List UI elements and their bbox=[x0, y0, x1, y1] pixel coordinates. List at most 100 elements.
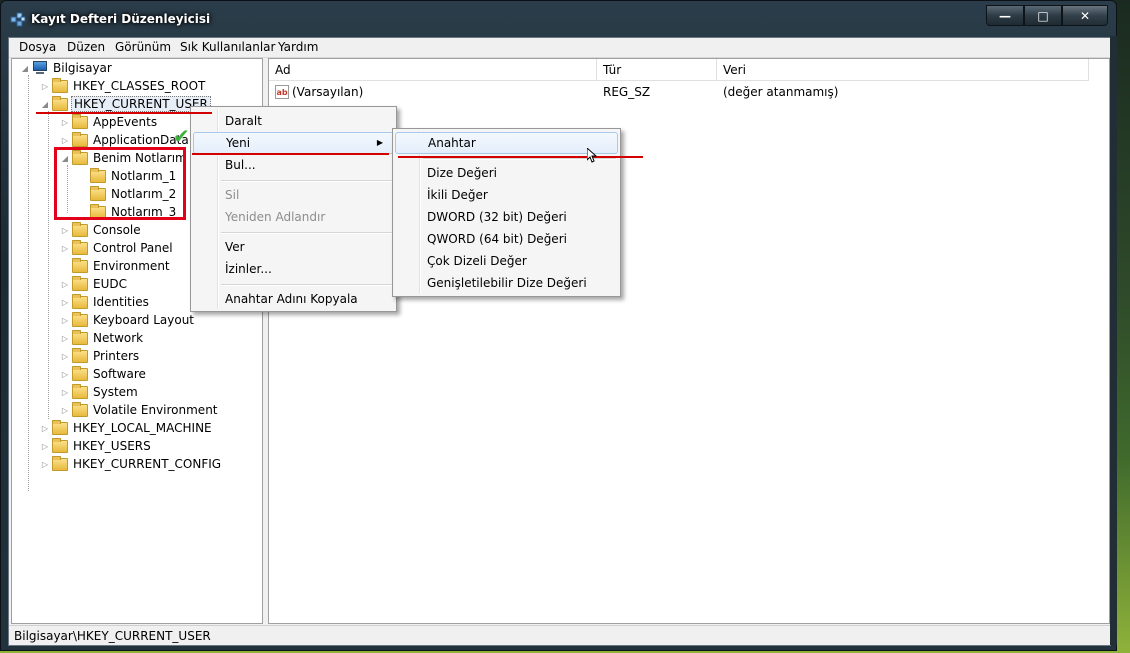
menu-view[interactable]: Görünüm bbox=[115, 40, 171, 54]
tree-node-hkcu[interactable]: ◢ HKEY_CURRENT_USER bbox=[40, 95, 211, 113]
tree-node-system[interactable]: ▷ System bbox=[60, 383, 140, 401]
ctx-copy-key-name[interactable]: Anahtar Adını Kopyala bbox=[193, 288, 394, 310]
submenu-dword-value[interactable]: DWORD (32 bit) Değeri bbox=[395, 206, 618, 228]
ctx-collapse[interactable]: Daralt bbox=[193, 110, 394, 132]
tree-node-label: Software bbox=[93, 367, 146, 381]
tree-node-label: Identities bbox=[93, 295, 149, 309]
annotation-underline bbox=[36, 112, 212, 114]
maximize-button[interactable]: □ bbox=[1024, 5, 1062, 26]
expand-icon[interactable]: ▷ bbox=[60, 406, 70, 415]
folder-icon bbox=[52, 77, 68, 93]
submenu-string-value[interactable]: Dize Değeri bbox=[395, 162, 618, 184]
submenu-key[interactable]: Anahtar bbox=[395, 132, 618, 154]
tree-node-label: HKEY_CLASSES_ROOT bbox=[73, 79, 206, 93]
menu-separator bbox=[221, 180, 392, 182]
annotation-underline bbox=[398, 156, 643, 158]
computer-icon bbox=[32, 61, 48, 75]
tree-node-label: HKEY_LOCAL_MACHINE bbox=[73, 421, 212, 435]
folder-icon bbox=[52, 419, 68, 435]
tree-node-control-panel[interactable]: ▷ Control Panel bbox=[60, 239, 175, 257]
submenu-binary-value[interactable]: İkili Değer bbox=[395, 184, 618, 206]
tree-node-eudc[interactable]: ▷ EUDC bbox=[60, 275, 129, 293]
expand-icon[interactable]: ▷ bbox=[60, 388, 70, 397]
tree-node-label: HKEY_CURRENT_CONFIG bbox=[73, 457, 222, 471]
close-button[interactable]: ✕ bbox=[1062, 5, 1108, 26]
tree-node-identities[interactable]: ▷ Identities bbox=[60, 293, 151, 311]
tree-node-label: EUDC bbox=[93, 277, 127, 291]
ctx-find[interactable]: Bul... bbox=[193, 154, 394, 176]
expand-icon[interactable]: ▷ bbox=[60, 136, 70, 145]
folder-icon bbox=[72, 257, 88, 273]
tree-node-software[interactable]: ▷ Software bbox=[60, 365, 148, 383]
mouse-cursor-icon bbox=[587, 148, 597, 163]
checkmark-icon: ✔ bbox=[173, 124, 190, 148]
expand-icon[interactable]: ▷ bbox=[40, 424, 50, 433]
folder-icon bbox=[72, 239, 88, 255]
folder-icon bbox=[52, 455, 68, 471]
expand-icon[interactable]: ▷ bbox=[60, 226, 70, 235]
tree-node-label: Environment bbox=[93, 259, 170, 273]
tree-node-environment[interactable]: Environment bbox=[60, 257, 172, 275]
tree-guide bbox=[48, 111, 49, 419]
folder-icon bbox=[72, 347, 88, 363]
folder-icon bbox=[72, 383, 88, 399]
value-type: REG_SZ bbox=[603, 85, 651, 99]
collapse-icon[interactable]: ◢ bbox=[20, 64, 30, 73]
tree-node-printers[interactable]: ▷ Printers bbox=[60, 347, 141, 365]
collapse-icon[interactable]: ◢ bbox=[40, 100, 50, 109]
submenu-arrow-icon: ▶ bbox=[376, 138, 383, 147]
folder-icon bbox=[52, 437, 68, 453]
tree-node-hkcc[interactable]: ▷ HKEY_CURRENT_CONFIG bbox=[40, 455, 223, 473]
ctx-permissions[interactable]: İzinler... bbox=[193, 258, 394, 280]
menu-file[interactable]: Dosya bbox=[19, 40, 56, 54]
context-menu: Daralt Yeni ▶ Bul... Sil Yeniden Adlandı… bbox=[190, 106, 397, 312]
expand-icon[interactable]: ▷ bbox=[60, 334, 70, 343]
expand-icon[interactable]: ▷ bbox=[60, 316, 70, 325]
expand-icon[interactable]: ▷ bbox=[60, 370, 70, 379]
menu-separator bbox=[221, 284, 392, 286]
value-row-name[interactable]: ab (Varsayılan) bbox=[275, 83, 363, 101]
column-header-data[interactable]: Veri bbox=[717, 59, 1089, 81]
tree-node-hklm[interactable]: ▷ HKEY_LOCAL_MACHINE bbox=[40, 419, 214, 437]
status-bar: Bilgisayar\HKEY_CURRENT_USER bbox=[9, 625, 1110, 645]
tree-node-label: Keyboard Layout bbox=[93, 313, 195, 327]
tree-node-label: Bilgisayar bbox=[53, 61, 112, 75]
tree-node-volatile-environment[interactable]: ▷ Volatile Environment bbox=[60, 401, 220, 419]
expand-icon[interactable]: ▷ bbox=[40, 442, 50, 451]
expand-icon[interactable]: ▷ bbox=[40, 82, 50, 91]
tree-node-hkcr[interactable]: ▷ HKEY_CLASSES_ROOT bbox=[40, 77, 207, 95]
menu-favorites[interactable]: Sık Kullanılanlar bbox=[180, 40, 275, 54]
tree-node-appevents[interactable]: ▷ AppEvents bbox=[60, 113, 159, 131]
column-header-type[interactable]: Tür bbox=[597, 59, 717, 81]
tree-node-network[interactable]: ▷ Network bbox=[60, 329, 145, 347]
expand-icon[interactable]: ▷ bbox=[40, 460, 50, 469]
tree-node-hku[interactable]: ▷ HKEY_USERS bbox=[40, 437, 153, 455]
tree-node-computer[interactable]: ◢ Bilgisayar bbox=[20, 59, 114, 77]
desktop-edge bbox=[1110, 36, 1117, 645]
column-header-name[interactable]: Ad bbox=[269, 59, 597, 81]
folder-icon bbox=[72, 401, 88, 417]
expand-icon[interactable]: ▷ bbox=[60, 118, 70, 127]
folder-icon bbox=[72, 131, 88, 147]
ctx-delete[interactable]: Sil bbox=[193, 184, 394, 206]
folder-icon bbox=[72, 329, 88, 345]
expand-icon[interactable]: ▷ bbox=[60, 298, 70, 307]
submenu-qword-value[interactable]: QWORD (64 bit) Değeri bbox=[395, 228, 618, 250]
expand-icon[interactable]: ▷ bbox=[60, 280, 70, 289]
menu-help[interactable]: Yardım bbox=[278, 40, 318, 54]
title-bar[interactable]: Kayıt Defteri Düzenleyicisi — □ ✕ bbox=[1, 1, 1116, 37]
expand-icon[interactable]: ▷ bbox=[60, 244, 70, 253]
tree-node-console[interactable]: ▷ Console bbox=[60, 221, 143, 239]
submenu-multi-string-value[interactable]: Çok Dizeli Değer bbox=[395, 250, 618, 272]
value-name: (Varsayılan) bbox=[292, 85, 364, 99]
tree-node-label: Console bbox=[93, 223, 141, 237]
ctx-rename[interactable]: Yeniden Adlandır bbox=[193, 206, 394, 228]
ctx-export[interactable]: Ver bbox=[193, 236, 394, 258]
menu-edit[interactable]: Düzen bbox=[67, 40, 105, 54]
ctx-new[interactable]: Yeni ▶ bbox=[193, 132, 394, 154]
submenu-expandable-string-value[interactable]: Genişletilebilir Dize Değeri bbox=[395, 272, 618, 294]
expand-icon[interactable]: ▷ bbox=[60, 352, 70, 361]
minimize-button[interactable]: — bbox=[986, 5, 1024, 26]
tree-node-keyboard-layout[interactable]: ▷ Keyboard Layout bbox=[60, 311, 196, 329]
tree-node-label: HKEY_USERS bbox=[73, 439, 151, 453]
